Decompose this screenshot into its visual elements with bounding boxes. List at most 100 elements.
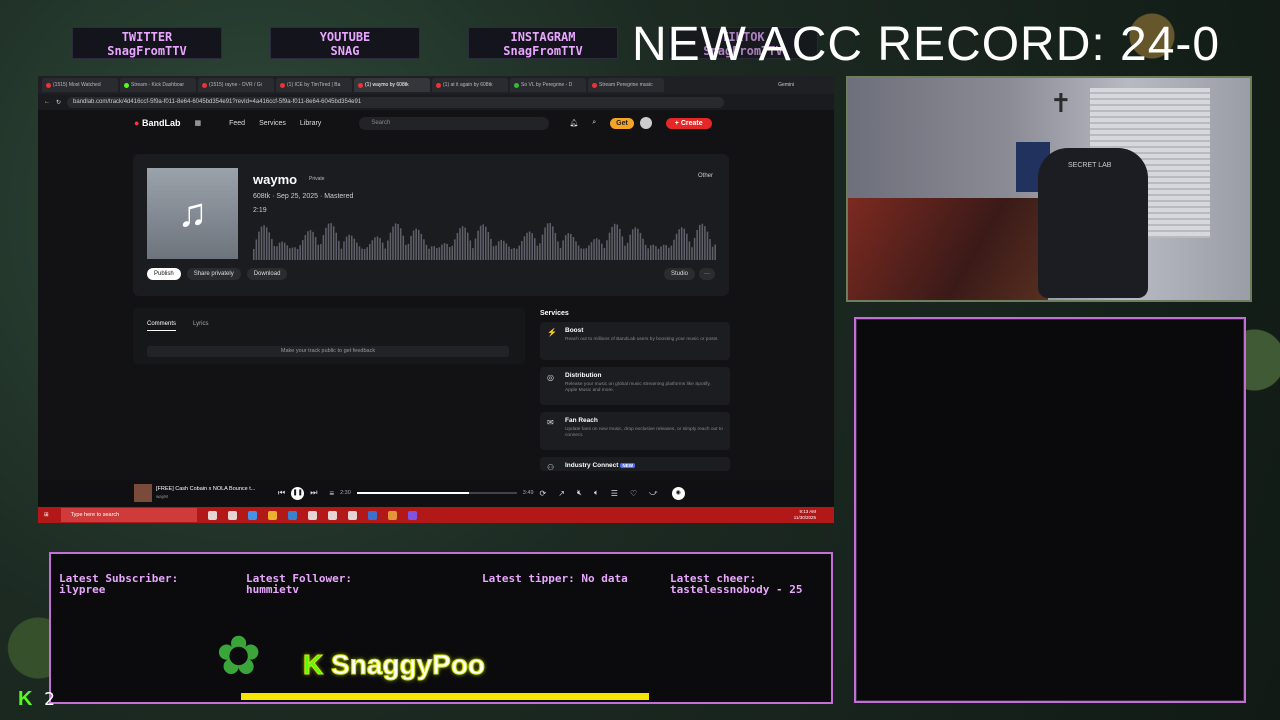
tab-lyrics[interactable]: Lyrics: [193, 321, 208, 327]
waveform-bar: [490, 238, 492, 260]
waveform-bar: [387, 240, 389, 260]
get-membership-button[interactable]: Get: [610, 117, 634, 129]
bandlab-logo[interactable]: ● BandLab: [134, 118, 180, 128]
browser-tab[interactable]: Stream - Kick Dashboar: [120, 78, 196, 92]
taskbar-app-icon[interactable]: [367, 510, 377, 520]
create-button[interactable]: + Create: [665, 117, 712, 129]
waveform-bar: [392, 226, 394, 260]
waveform-bar: [570, 233, 572, 260]
taskbar-discord-icon[interactable]: [407, 510, 417, 520]
service-boost[interactable]: ⚡ Boost Reach out to millions of BandLab…: [540, 322, 730, 360]
waveform-bar: [521, 241, 523, 260]
apps-grid-icon[interactable]: ▦: [194, 119, 201, 127]
search-icon[interactable]: ⌕: [592, 119, 596, 127]
waveform-bar: [361, 248, 363, 260]
taskbar-app-icon[interactable]: [327, 510, 337, 520]
windows-taskbar: ⊞ Type here to search 9:13 AM 11/30/2025: [38, 507, 834, 523]
nav-services[interactable]: Services: [259, 120, 286, 127]
browser-tab-active[interactable]: (1) waymo by 608tk: [354, 78, 430, 92]
taskbar-app-icon[interactable]: [207, 510, 217, 520]
waveform-bar: [397, 223, 399, 260]
waveform-bar: [441, 244, 443, 260]
browser-tab[interactable]: (1515) Most Watched: [42, 78, 118, 92]
waveform-bar: [588, 245, 590, 260]
globe-icon: ◎: [547, 373, 554, 382]
publish-button[interactable]: Publish: [147, 268, 181, 280]
url-input[interactable]: bandlab.com/track/4d416ccf-5f9a-f011-8e6…: [67, 96, 724, 108]
tab-comments[interactable]: Comments: [147, 321, 177, 331]
waveform[interactable]: [253, 216, 717, 260]
service-industry-connect[interactable]: ⚇ Industry Connect NEW: [540, 457, 730, 471]
browser-tab[interactable]: Stream Peregrine music: [588, 78, 664, 92]
share-privately-button[interactable]: Share privately: [186, 268, 241, 280]
taskbar-search-input[interactable]: Type here to search: [60, 508, 197, 522]
browser-tab[interactable]: (1) at it again by 608tk: [432, 78, 508, 92]
waveform-bar: [268, 232, 271, 260]
waveform-bar: [263, 225, 265, 260]
waveform-bar: [549, 222, 551, 260]
volume-icon[interactable]: 🔈︎: [594, 488, 599, 498]
nav-library[interactable]: Library: [300, 120, 321, 127]
previous-icon[interactable]: ⏮: [278, 488, 285, 498]
heart-icon[interactable]: ♡: [630, 489, 637, 498]
twitter-handle: SnagFromTTV: [107, 44, 187, 58]
waveform-bar: [283, 242, 286, 260]
waveform-bar: [624, 245, 626, 260]
taskbar-folder-icon[interactable]: [267, 510, 277, 520]
alerts-box: Latest Subscriber: ilypree Latest Followe…: [49, 552, 833, 704]
search-input[interactable]: Search: [359, 116, 550, 130]
waveform-bar: [510, 248, 513, 260]
gemini-button[interactable]: Gemini: [778, 82, 794, 88]
youtube-label: YOUTUBE: [319, 30, 371, 44]
waveform-bar: [515, 248, 518, 260]
kick-channel-name: K SnaggyPoo: [302, 649, 486, 681]
forward-share-icon[interactable]: ⤻: [649, 488, 658, 498]
waveform-bar: [541, 234, 544, 260]
waveform-bar: [714, 244, 716, 260]
taskbar-app-icon[interactable]: [247, 510, 257, 520]
taskbar-chrome-icon[interactable]: [387, 510, 397, 520]
back-icon[interactable]: ←: [44, 99, 50, 105]
repeat-icon[interactable]: ⟳: [540, 489, 547, 498]
queue-icon[interactable]: ≡: [329, 489, 334, 498]
browser-tab[interactable]: (1515) rayne - OVR / Gi: [198, 78, 274, 92]
taskbar-app-icon[interactable]: [307, 510, 317, 520]
service-distribution[interactable]: ◎ Distribution Release your music on glo…: [540, 367, 730, 405]
reload-icon[interactable]: ↻: [56, 99, 61, 106]
studio-button[interactable]: Studio: [663, 268, 695, 280]
browser-tab[interactable]: So VL by Peregrine - D: [510, 78, 586, 92]
windows-start-icon[interactable]: ⊞: [44, 512, 49, 518]
next-icon[interactable]: ⏭: [310, 488, 317, 498]
mute-icon[interactable]: 🔇︎: [577, 488, 582, 498]
avatar[interactable]: [639, 117, 652, 129]
share-icon[interactable]: ↗: [558, 489, 565, 498]
browser-tab[interactable]: (1) ICE by TimTired | Ba: [276, 78, 352, 92]
waveform-bar: [539, 243, 541, 260]
taskbar-edge-icon[interactable]: [287, 510, 297, 520]
waveform-bar: [652, 244, 655, 260]
waveform-bar: [456, 233, 459, 260]
waveform-bar: [580, 248, 582, 260]
service-fan-reach[interactable]: ✉ Fan Reach Update fans on new music, dr…: [540, 412, 730, 450]
playlist-icon[interactable]: ☰: [611, 489, 618, 498]
more-options-button[interactable]: ···: [699, 268, 715, 280]
taskbar-app-icon[interactable]: [227, 510, 237, 520]
waveform-bar: [590, 242, 593, 260]
waveform-bar: [320, 244, 322, 260]
waveform-bar: [260, 226, 263, 260]
waveform-bar: [446, 243, 448, 260]
waveform-bar: [469, 240, 472, 260]
waveform-bar: [358, 246, 361, 260]
services-panel: Services ⚡ Boost Reach out to millions o…: [540, 310, 730, 478]
bell-icon[interactable]: 🔔︎: [569, 119, 578, 127]
pause-button[interactable]: ❚❚: [291, 486, 305, 500]
taskbar-clock[interactable]: 9:13 AM 11/30/2025: [794, 509, 816, 521]
download-button[interactable]: Download: [246, 268, 288, 280]
nav-feed[interactable]: Feed: [229, 120, 245, 127]
taskbar-app-icon[interactable]: [347, 510, 357, 520]
bandlab-player-logo[interactable]: ◉: [671, 486, 685, 500]
playback-progress[interactable]: [356, 492, 517, 494]
waveform-bar: [369, 243, 371, 260]
waveform-bar: [482, 224, 484, 260]
service-name: Industry Connect NEW: [565, 462, 635, 469]
